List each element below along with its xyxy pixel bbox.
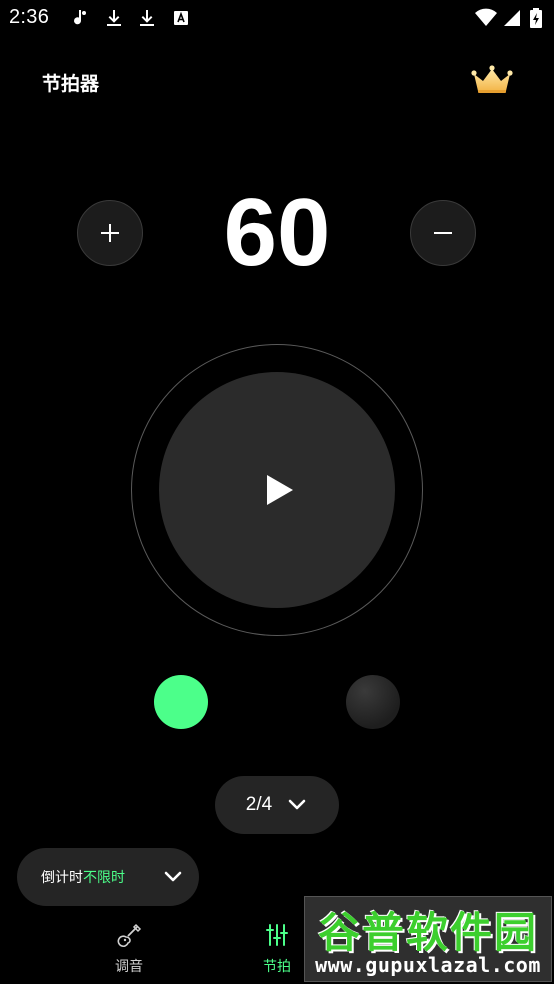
time-signature-value: 2/4 [245, 794, 273, 815]
nav-item-tuner[interactable]: 调音 [89, 922, 169, 978]
chevron-down-icon [164, 871, 182, 882]
guitar-icon [117, 923, 142, 947]
watermark-url: www.gupuxlazal.com [315, 953, 541, 977]
increase-tempo-button[interactable] [77, 200, 143, 266]
wifi-icon [474, 8, 498, 28]
download-icon [137, 8, 157, 28]
signal-icon [502, 8, 522, 28]
status-time: 2:36 [9, 6, 50, 28]
beat-indicator-1[interactable] [154, 675, 208, 729]
status-bar: 2:36 [0, 0, 554, 36]
decrease-tempo-button[interactable] [410, 200, 476, 266]
countdown-label: 倒计时 [41, 870, 83, 886]
battery-icon [529, 8, 543, 28]
tempo-value: 60 [223, 179, 331, 286]
plus-icon [101, 224, 119, 242]
music-note-icon [70, 8, 90, 28]
minus-icon [434, 232, 452, 234]
beat-indicator-2[interactable] [346, 675, 400, 729]
watermark-title: 谷普软件园 [317, 908, 538, 957]
download-icon [104, 8, 124, 28]
nav-label-tuner: 调音 [115, 959, 143, 975]
nav-label-metronome: 节拍 [263, 959, 291, 975]
app-a-icon [171, 8, 191, 28]
sliders-icon [266, 924, 288, 946]
crown-icon[interactable] [471, 64, 513, 96]
countdown-value: 不限时 [83, 870, 125, 886]
play-icon [267, 475, 293, 505]
play-button[interactable] [159, 372, 395, 608]
time-signature-selector[interactable]: 2/4 [215, 776, 339, 834]
chevron-down-icon [288, 799, 306, 810]
page-title: 节拍器 [42, 73, 100, 95]
watermark: 谷普软件园 www.gupuxlazal.com [304, 896, 552, 982]
countdown-selector[interactable]: 倒计时 不限时 [17, 848, 199, 906]
